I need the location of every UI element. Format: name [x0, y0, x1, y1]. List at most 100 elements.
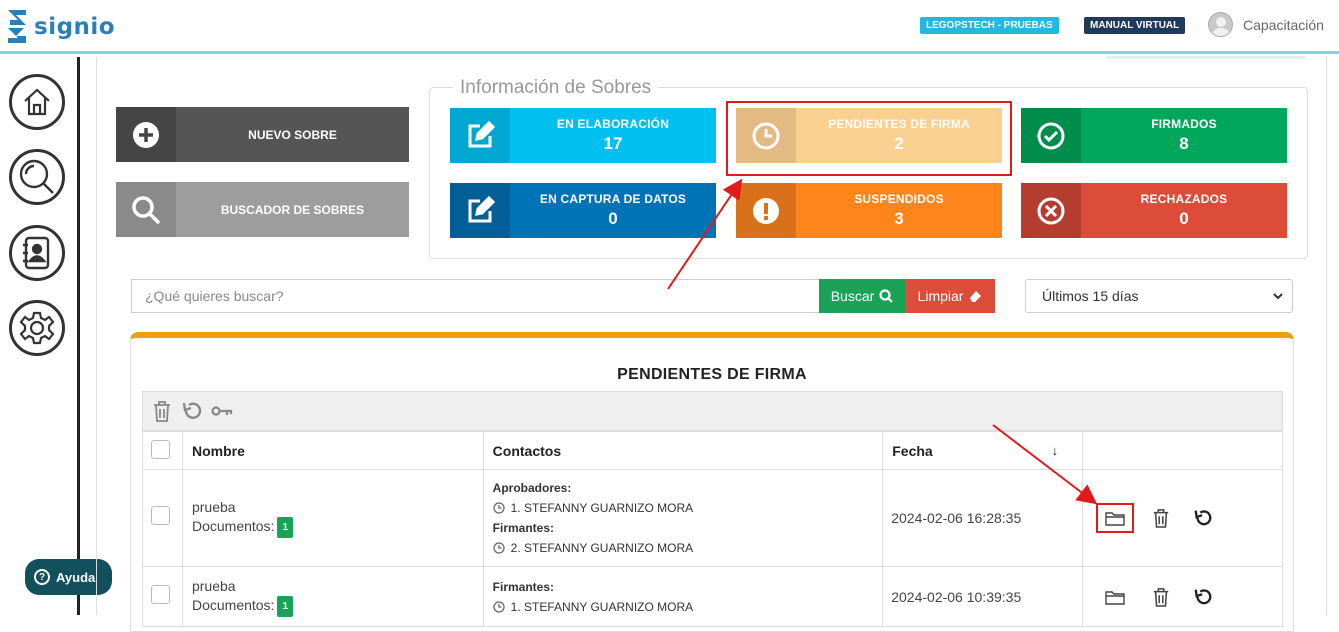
documents-count-badge: 1 [277, 595, 294, 617]
refresh-selected-button[interactable] [181, 400, 203, 422]
clock-icon [493, 542, 505, 554]
plus-icon-wrap [116, 107, 176, 162]
open-folder-button[interactable] [1096, 503, 1135, 533]
reject-icon-wrap [1021, 183, 1081, 238]
column-header-contactos[interactable]: Contactos [482, 431, 884, 470]
limpiar-button[interactable]: Limpiar [905, 279, 995, 313]
undo-icon [182, 402, 202, 419]
select-all-cell [142, 431, 183, 470]
content-divider [96, 57, 97, 615]
sidebar-item-settings[interactable] [9, 300, 65, 356]
brand-name: signio [34, 14, 116, 40]
open-folder-button[interactable] [1100, 586, 1130, 608]
trash-icon [1153, 587, 1169, 607]
tile-en-elaboracion[interactable]: EN ELABORACIÓN 17 [450, 108, 716, 163]
column-header-nombre[interactable]: Nombre [181, 431, 484, 470]
home-icon [24, 88, 50, 116]
new-envelope-button[interactable]: NUEVO SOBRE [116, 107, 409, 162]
row-checkbox[interactable] [151, 584, 170, 604]
contact-item: 1. STEFANNY GUARNIZO MORA [493, 597, 883, 617]
name-cell: prueba Documentos: 1 [181, 566, 484, 627]
table-header-row: Nombre Contactos Fecha ↓ [142, 431, 1283, 470]
row-select-cell [142, 469, 183, 567]
info-panel-title: Información de Sobres [453, 77, 659, 99]
resend-row-button[interactable] [1192, 586, 1214, 608]
tile-count: 3 [894, 209, 904, 228]
envelope-search-label: BUSCADOR DE SOBRES [220, 202, 365, 217]
search-icon [19, 159, 54, 194]
manual-virtual-link[interactable]: MANUAL VIRTUAL [1084, 17, 1186, 34]
sidebar-item-search[interactable] [9, 149, 65, 205]
name-cell: prueba Documentos: 1 [181, 469, 484, 567]
edit-icon [468, 195, 495, 222]
table-toolbar [142, 391, 1283, 431]
delete-selected-button[interactable] [151, 400, 173, 422]
sidebar [0, 57, 80, 615]
sidebar-item-home[interactable] [9, 74, 65, 130]
tile-count: 0 [608, 209, 618, 228]
search-icon [132, 195, 160, 224]
table-row: prueba Documentos: 1 Firmantes: 1. STEFAN… [142, 566, 1283, 627]
contact-name: 1. STEFANNY GUARNIZO MORA [510, 599, 694, 614]
folder-icon [1105, 512, 1125, 526]
signio-logo-icon [8, 10, 26, 43]
help-label: Ayuda [56, 569, 96, 585]
trash-icon [1153, 509, 1169, 528]
tile-count: 0 [1179, 209, 1189, 228]
avatar [1208, 12, 1233, 37]
table-row: prueba Documentos: 1 Aprobadores: 1. STEF… [142, 469, 1283, 567]
buscar-button[interactable]: Buscar [819, 279, 905, 313]
contacts-cell: Aprobadores: 1. STEFANNY GUARNIZO MORA F… [482, 469, 884, 567]
gear-icon [19, 311, 55, 345]
exclamation-circle-icon [753, 197, 779, 224]
contact-name: 2. STEFANNY GUARNIZO MORA [510, 541, 694, 555]
tile-rechazados[interactable]: RECHAZADOS 0 [1021, 183, 1287, 238]
tile-count: 17 [603, 134, 623, 153]
highlight-box-pendientes [726, 101, 1012, 176]
environment-badge: LEGOPSTECH - PRUEBAS [920, 17, 1059, 34]
period-value: Últimos 15 días [1042, 288, 1139, 304]
brand-logo[interactable]: signio [6, 8, 115, 46]
edit-icon-wrap [450, 183, 510, 238]
column-header-fecha[interactable]: Fecha ↓ [882, 431, 1084, 470]
buscar-label: Buscar [830, 288, 875, 304]
contacts-cell: Firmantes: 1. STEFANNY GUARNIZO MORA [482, 566, 884, 627]
delete-row-button[interactable] [1150, 586, 1172, 608]
tile-count: 8 [1179, 134, 1189, 153]
tile-en-captura-de-datos[interactable]: EN CAPTURA DE DATOS 0 [450, 183, 716, 238]
clock-icon [493, 600, 505, 613]
envelope-name[interactable]: prueba [192, 577, 483, 596]
search-placeholder: ¿Qué quieres buscar? [145, 288, 284, 304]
key-button[interactable] [211, 400, 233, 422]
envelopes-table: Nombre Contactos Fecha ↓ prueba Document… [142, 431, 1283, 627]
documents-label: Documentos: [191, 518, 275, 535]
tile-label: EN ELABORACIÓN [556, 117, 670, 131]
envelope-search-button[interactable]: BUSCADOR DE SOBRES [116, 182, 409, 237]
delete-row-button[interactable] [1150, 507, 1172, 529]
select-all-checkbox[interactable] [151, 439, 170, 459]
row-select-cell [142, 566, 183, 627]
search-input[interactable]: ¿Qué quieres buscar? [131, 279, 820, 313]
tile-firmados[interactable]: FIRMADOS 8 [1021, 108, 1287, 163]
user-name: Capacitación [1243, 16, 1324, 33]
resend-row-button[interactable] [1192, 507, 1214, 529]
key-icon [211, 406, 233, 416]
card-title: PENDIENTES DE FIRMA [617, 366, 807, 383]
help-button[interactable]: ? Ayuda [25, 559, 112, 595]
eraser-icon [970, 291, 982, 302]
sort-down-icon: ↓ [1051, 442, 1059, 458]
alert-icon-wrap [736, 183, 796, 238]
contact-item: 1. STEFANNY GUARNIZO MORA [493, 498, 883, 518]
row-checkbox[interactable] [151, 506, 170, 525]
tile-label: RECHAZADOS [1140, 192, 1228, 206]
pending-signatures-card: PENDIENTES DE FIRMA Nombre Contactos Fec… [130, 332, 1294, 632]
user-menu[interactable]: Capacitación [1208, 12, 1324, 37]
x-circle-icon [1037, 197, 1065, 224]
period-select[interactable]: Últimos 15 días [1025, 279, 1293, 313]
sidebar-item-contacts[interactable] [9, 225, 65, 281]
tile-suspendidos[interactable]: SUSPENDIDOS 3 [736, 183, 1002, 238]
envelope-name[interactable]: prueba [192, 498, 483, 517]
folder-icon [1105, 590, 1125, 605]
documents-count-badge: 1 [277, 517, 294, 538]
top-strip [1106, 56, 1306, 59]
